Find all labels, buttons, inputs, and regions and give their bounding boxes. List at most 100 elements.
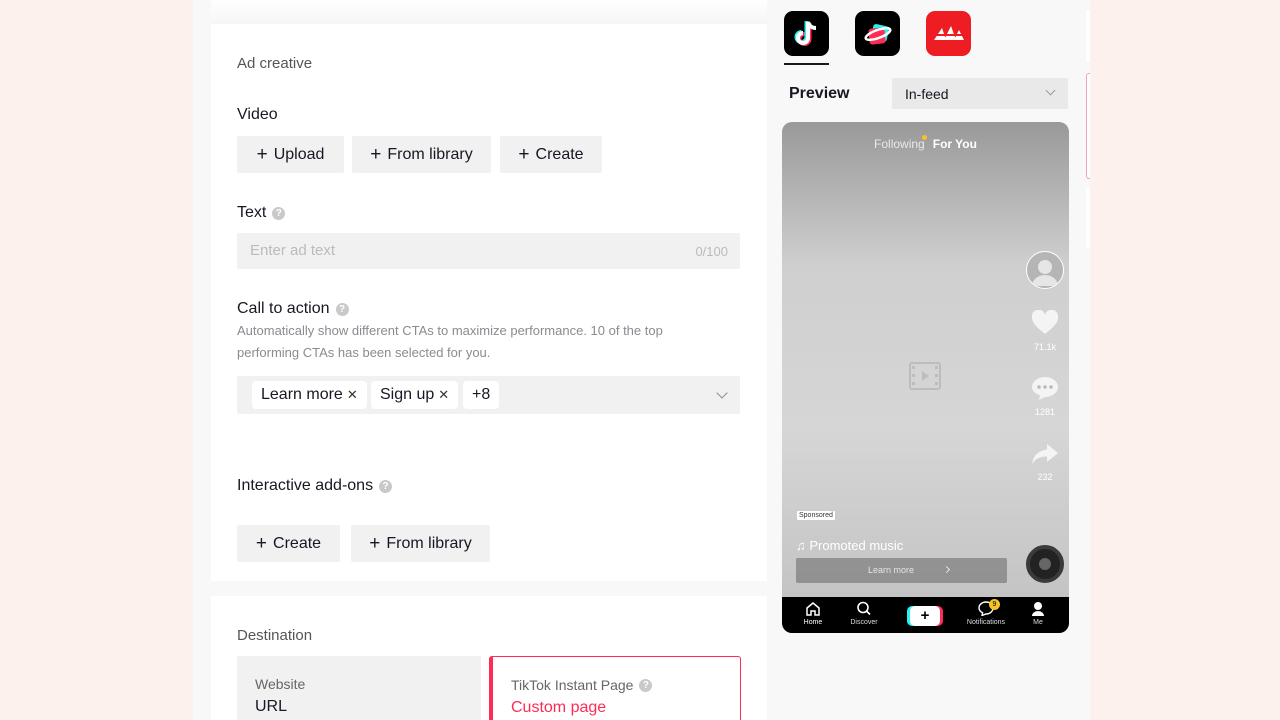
share-icon [1032, 444, 1058, 464]
ad-editor-stage: Ad creative Video + Upload + From library … [193, 0, 1090, 720]
phone-cta-button: Learn more [796, 558, 1007, 583]
lite-logo-icon [863, 23, 892, 44]
nav-me: Me [1013, 601, 1063, 626]
ad-text-placeholder: Enter ad text [250, 242, 336, 259]
upload-button[interactable]: + Upload [237, 136, 344, 173]
section-title-ad-creative: Ad creative [237, 55, 313, 72]
tag-label: Learn more [261, 386, 343, 403]
from-library-label: From library [387, 145, 473, 163]
pangle-app-icon[interactable] [926, 11, 971, 56]
tab-following: Following [874, 137, 925, 151]
avatar [1026, 251, 1064, 289]
interactive-label: Interactive add-ons? [237, 477, 393, 495]
nav-notifications-label: Notifications [966, 619, 1006, 626]
addon-library-button[interactable]: + From library [351, 525, 490, 562]
instant-page-label: TikTok Instant Page? [511, 677, 653, 693]
profile-icon [1032, 602, 1044, 616]
interactive-addons-panel: Interactive add-ons? + Create + From libra… [211, 447, 767, 581]
create-addon-label: Create [273, 534, 322, 552]
placement-select[interactable]: In-feed [892, 78, 1068, 109]
search-icon [857, 601, 871, 616]
phone-nav-bar: Home Discover + 9 Notifications Me [782, 597, 1069, 633]
section-title-destination: Destination [237, 627, 313, 644]
video-label: Video [237, 106, 278, 124]
notification-badge: 9 [989, 599, 1000, 610]
nav-me-label: Me [1033, 619, 1043, 626]
plus-icon: + [370, 144, 382, 165]
cta-description: Automatically show different CTAs to max… [237, 323, 663, 360]
lite-app-icon[interactable] [855, 11, 900, 56]
cta-select[interactable]: Learn more ✕ Sign up ✕ +8 [237, 376, 740, 414]
cta-tag-learn-more[interactable]: Learn more ✕ [252, 381, 367, 409]
side-panel-edge [1086, 10, 1090, 62]
video-label-text: Video [237, 106, 278, 123]
more-label: +8 [472, 386, 491, 403]
live-dot-icon [922, 135, 927, 140]
share-button: 232 [1025, 442, 1065, 482]
music-disc-icon [1026, 545, 1064, 583]
nav-home-label: Home [803, 619, 823, 626]
tab-for-you: For You [932, 137, 977, 151]
create-addon-button[interactable]: + Create [237, 525, 340, 562]
cta-label: Call to action? [237, 300, 349, 318]
home-icon [806, 602, 820, 616]
share-count: 232 [1037, 472, 1053, 482]
side-panel-edge [1086, 188, 1090, 248]
tiktok-app-icon[interactable] [784, 11, 829, 56]
destination-panel: Destination Website URL TikTok Instant P… [211, 596, 767, 720]
preview-label: Preview [789, 85, 850, 102]
side-panel-edge-selected [1086, 73, 1090, 179]
nav-discover-label: Discover [850, 619, 878, 626]
pangle-logo-icon [933, 25, 964, 40]
nav-notifications: 9 Notifications [961, 599, 1011, 626]
website-label: Website [255, 676, 305, 692]
destination-website-card[interactable]: Website URL [237, 656, 481, 720]
addon-library-label: From library [386, 534, 472, 552]
panel-top-edge [211, 0, 767, 24]
chevron-down-icon[interactable] [716, 387, 728, 399]
phone-cta-label: Learn more [868, 565, 915, 575]
help-icon[interactable]: ? [639, 678, 653, 692]
cta-label-text: Call to action [237, 300, 330, 317]
phone-preview: FollowingFor You 71.1k 1281 232 Sponsor [782, 122, 1069, 633]
upload-label: Upload [273, 145, 325, 163]
cta-more-count[interactable]: +8 [463, 381, 500, 409]
help-icon[interactable]: ? [379, 479, 393, 493]
feed-tabs: Following For You [782, 135, 1069, 151]
website-value: URL [255, 698, 288, 715]
plus-icon: + [518, 144, 530, 165]
create-label: Create [535, 145, 584, 163]
plus-icon: + [256, 144, 268, 165]
comment-icon [1032, 377, 1058, 400]
destination-instant-page-card[interactable]: TikTok Instant Page? Custom page [489, 656, 741, 720]
ad-text-input[interactable]: Enter ad text 0/100 [237, 233, 740, 269]
website-label-text: Website [255, 676, 306, 692]
close-icon[interactable]: ✕ [438, 387, 449, 403]
selected-app-indicator [784, 63, 829, 65]
nav-discover: Discover [839, 601, 889, 626]
create-video-button[interactable]: + Create [500, 136, 602, 173]
like-count: 71.1k [1033, 342, 1057, 352]
close-icon[interactable]: ✕ [347, 387, 358, 403]
chevron-right-icon [942, 565, 951, 574]
text-label-text: Text [237, 204, 267, 221]
tag-label: Sign up [380, 386, 435, 403]
tiktok-logo-icon [794, 20, 816, 46]
heart-icon [1031, 309, 1059, 334]
video-placeholder-icon [909, 362, 941, 390]
promoted-music: ♫ Promoted music [796, 538, 904, 553]
instant-page-value: Custom page [511, 699, 607, 716]
help-icon[interactable]: ? [272, 206, 286, 220]
nav-home: Home [788, 601, 838, 626]
from-library-button[interactable]: + From library [352, 136, 491, 173]
instant-page-label-text: TikTok Instant Page [511, 677, 634, 693]
plus-icon: + [255, 533, 268, 554]
char-counter: 0/100 [695, 244, 728, 259]
comment-count: 1281 [1034, 407, 1056, 417]
cta-tag-sign-up[interactable]: Sign up ✕ [371, 381, 459, 409]
text-label: Text? [237, 204, 286, 222]
help-icon[interactable]: ? [335, 302, 349, 316]
placement-value: In-feed [905, 86, 949, 102]
ad-creative-panel: Ad creative Video + Upload + From library … [211, 24, 767, 448]
create-post-icon: + [910, 606, 940, 626]
